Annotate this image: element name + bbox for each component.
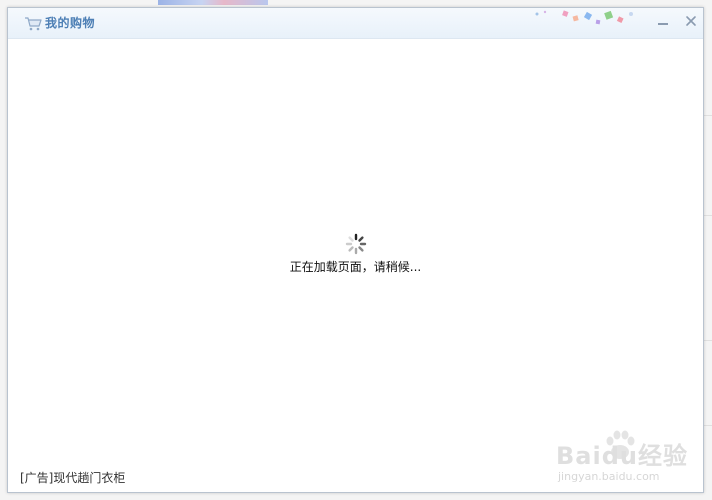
background-divider	[704, 115, 712, 116]
baidu-jingyan-watermark: Baidu经验 jingyan.baidu.com	[548, 426, 708, 496]
background-divider	[704, 340, 712, 341]
loading-indicator: 正在加载页面，请稍候...	[8, 233, 703, 275]
minimize-icon[interactable]	[656, 14, 670, 28]
window-title: 我的购物	[45, 16, 96, 30]
loading-spinner-icon	[345, 233, 366, 255]
decorative-confetti	[535, 10, 633, 25]
ad-link[interactable]: [广告]现代趟门衣柜	[20, 470, 125, 486]
watermark-brand: Baidu经验	[556, 442, 688, 470]
shopping-cart-icon	[25, 17, 42, 31]
background-tab-strip	[158, 0, 268, 5]
close-icon[interactable]	[684, 14, 698, 28]
loading-text: 正在加载页面，请稍候...	[289, 260, 422, 274]
background-divider	[704, 215, 712, 216]
title-bar[interactable]: 我的购物	[8, 8, 703, 39]
my-shopping-window: 我的购物 正在加载页面，请稍候... [广告]现代趟门衣柜 Baidu经验 ji…	[7, 7, 704, 493]
watermark-url: jingyan.baidu.com	[558, 470, 660, 483]
